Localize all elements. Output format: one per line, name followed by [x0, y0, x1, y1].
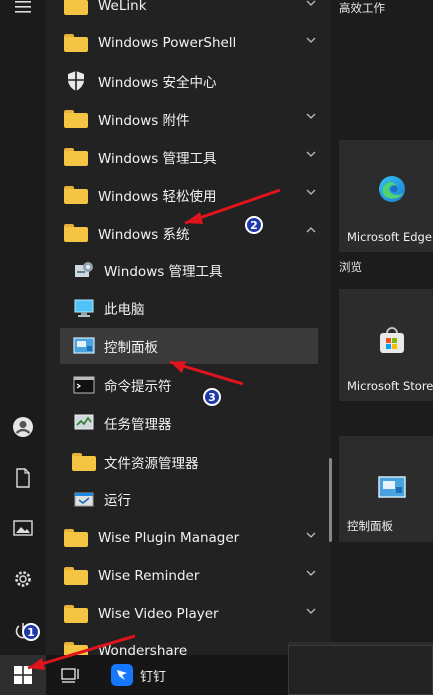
- app-run[interactable]: 运行: [60, 481, 322, 517]
- app-label: Windows 系统: [98, 227, 190, 243]
- folder-icon: [72, 450, 96, 474]
- app-this-pc[interactable]: 此电脑: [60, 290, 322, 326]
- app-list: WeLink Windows PowerShell Windows 安全中心 W…: [46, 0, 330, 655]
- app-label: Wise Plugin Manager: [98, 530, 240, 546]
- folder-icon: [64, 602, 88, 626]
- documents-button[interactable]: [8, 463, 38, 493]
- folder-icon: [64, 221, 88, 245]
- folder-icon: [64, 639, 88, 655]
- app-file-explorer[interactable]: 文件资源管理器: [60, 444, 322, 480]
- tile-group-label: 高效工作: [339, 1, 385, 15]
- app-folder-wise-reminder[interactable]: Wise Reminder: [60, 558, 322, 594]
- folder-icon: [64, 107, 88, 131]
- chevron-down-icon: [306, 570, 316, 576]
- annotation-badge-2: 2: [245, 216, 263, 234]
- app-label: 任务管理器: [104, 417, 172, 433]
- app-label: 命令提示符: [104, 379, 172, 395]
- tile-label: 控制面板: [347, 519, 393, 533]
- app-windows-security[interactable]: Windows 安全中心: [60, 63, 322, 99]
- task-view-icon: [61, 668, 79, 683]
- user-icon: [13, 417, 33, 437]
- app-folder-windows-accessories[interactable]: Windows 附件: [60, 101, 322, 137]
- control-panel-icon: [72, 334, 96, 358]
- pictures-button[interactable]: [8, 513, 38, 543]
- store-icon: [380, 327, 404, 353]
- admin-tools-icon: [72, 258, 96, 282]
- run-icon: [72, 487, 96, 511]
- app-folder-wise-video-player[interactable]: Wise Video Player: [60, 596, 322, 632]
- shield-icon: [64, 69, 88, 93]
- windows-logo-icon: [14, 666, 32, 684]
- control-panel-icon: [378, 476, 406, 498]
- app-folder-wondershare[interactable]: Wondershare: [60, 633, 322, 655]
- taskbar: 钉钉: [0, 645, 433, 695]
- app-label: WeLink: [98, 0, 147, 14]
- app-label: Wise Reminder: [98, 568, 200, 584]
- user-account-button[interactable]: [8, 412, 38, 442]
- folder-icon: [64, 564, 88, 588]
- tile-microsoft-store[interactable]: Microsoft Store: [339, 289, 433, 401]
- chevron-down-icon: [306, 0, 316, 6]
- chevron-down-icon: [306, 151, 316, 157]
- annotation-badge-3: 3: [203, 388, 221, 406]
- app-label: 此电脑: [104, 302, 145, 318]
- folder-icon: [64, 526, 88, 550]
- app-label: Windows 轻松使用: [98, 189, 217, 205]
- menu-icon: [15, 1, 31, 13]
- app-label: Windows 安全中心: [98, 75, 217, 91]
- app-label: Windows PowerShell: [98, 35, 237, 51]
- tiles-panel: 高效工作 Microsoft Edge 浏览 Microsoft Store 控…: [288, 0, 433, 656]
- app-command-prompt[interactable]: 命令提示符: [60, 367, 322, 403]
- app-label: Wise Video Player: [98, 606, 219, 622]
- app-task-manager[interactable]: 任务管理器: [60, 405, 322, 441]
- settings-button[interactable]: [8, 564, 38, 594]
- app-folder-windows-powershell[interactable]: Windows PowerShell: [60, 25, 322, 61]
- chevron-down-icon: [306, 608, 316, 614]
- taskbar-app-dingtalk[interactable]: 钉钉: [111, 655, 166, 695]
- app-label: Windows 管理工具: [98, 151, 217, 167]
- start-button[interactable]: [0, 655, 46, 695]
- app-folder-wise-plugin-manager[interactable]: Wise Plugin Manager: [60, 520, 322, 556]
- folder-icon: [64, 31, 88, 55]
- hamburger-menu-button[interactable]: [8, 0, 38, 22]
- folder-icon: [64, 145, 88, 169]
- dingtalk-icon: [111, 664, 133, 686]
- tile-group-label: 浏览: [339, 260, 362, 274]
- app-windows-admin-tools[interactable]: Windows 管理工具: [60, 252, 322, 288]
- app-label: Windows 附件: [98, 113, 190, 129]
- taskbar-app-label: 钉钉: [140, 669, 167, 685]
- app-label: 文件资源管理器: [104, 456, 199, 472]
- task-manager-icon: [72, 411, 96, 435]
- edge-icon: [379, 176, 405, 202]
- gear-icon: [15, 571, 31, 587]
- chevron-up-icon: [306, 227, 316, 233]
- app-folder-windows-ease-of-access[interactable]: Windows 轻松使用: [60, 177, 322, 213]
- terminal-icon: [72, 373, 96, 397]
- computer-icon: [72, 296, 96, 320]
- tile-control-panel[interactable]: 控制面板: [339, 436, 433, 542]
- annotation-badge-1: 1: [22, 623, 40, 641]
- chevron-down-icon: [306, 113, 316, 119]
- app-label: Windows 管理工具: [104, 264, 223, 280]
- app-label: 控制面板: [104, 340, 158, 356]
- start-rail: [0, 0, 46, 655]
- taskbar-search-box[interactable]: [288, 645, 433, 695]
- app-folder-windows-admin-tools[interactable]: Windows 管理工具: [60, 139, 322, 175]
- tile-microsoft-edge[interactable]: Microsoft Edge: [339, 140, 433, 252]
- app-folder-welink[interactable]: WeLink: [60, 0, 322, 24]
- app-label: Wondershare: [98, 643, 188, 655]
- folder-icon: [64, 183, 88, 207]
- tile-label: Microsoft Store: [347, 379, 433, 393]
- document-icon: [16, 468, 30, 488]
- folder-icon: [64, 0, 88, 18]
- task-view-button[interactable]: [60, 655, 82, 695]
- chevron-down-icon: [306, 532, 316, 538]
- app-label: 运行: [104, 493, 131, 509]
- app-control-panel[interactable]: 控制面板: [60, 328, 318, 364]
- tile-label: Microsoft Edge: [347, 230, 432, 244]
- chevron-down-icon: [306, 189, 316, 195]
- app-folder-windows-system[interactable]: Windows 系统: [60, 215, 322, 251]
- chevron-down-icon: [306, 37, 316, 43]
- picture-icon: [13, 520, 33, 536]
